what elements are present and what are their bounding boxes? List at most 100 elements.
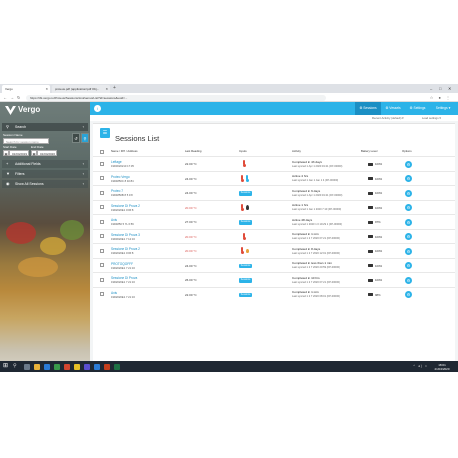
session-name-link[interactable]: Proteo 7: [111, 189, 123, 193]
chevron-icon: ‹: [82, 124, 84, 129]
taskbar-clock[interactable]: 18:01 21/04/2020: [432, 363, 452, 371]
search-icon[interactable]: ⚲: [13, 361, 17, 372]
sidebar-item-filters[interactable]: ▼ Filters ‹: [2, 170, 88, 178]
battery-icon: [368, 264, 373, 267]
task-view-icon[interactable]: [24, 363, 30, 370]
options-gear-icon[interactable]: ⚙: [405, 218, 412, 226]
last-synced: Last synced 1 Apr 1 2020 19:21 (FP-00000…: [292, 193, 343, 197]
session-name-link[interactable]: Sessione Di Prova 2: [111, 204, 140, 208]
new-tab-button[interactable]: +: [113, 84, 116, 93]
end-date-input[interactable]: 01/04/2020: [37, 150, 57, 156]
row-checkbox[interactable]: [100, 277, 104, 282]
table-row[interactable]: Proteo Vergo 19D4850C 8 40:84 24.00 °C Acti…: [93, 170, 455, 186]
row-checkbox[interactable]: [100, 205, 104, 209]
system-tray[interactable]: ^ ◂) ⌂: [413, 361, 428, 372]
row-checkbox[interactable]: [100, 161, 104, 166]
sidebar-item-additional-fields[interactable]: + Additional Fields ‹: [2, 160, 88, 168]
select-all-checkbox[interactable]: [100, 149, 104, 154]
table-row[interactable]: Leftage 19D3020210 17:35 22.00 °C Completed…: [93, 156, 455, 171]
reset-filter-button[interactable]: ↺: [72, 133, 80, 143]
tab-label: Sessions: [363, 106, 377, 110]
session-name-link[interactable]: Axis: [111, 218, 117, 222]
column-header-activity[interactable]: Activity: [292, 148, 301, 155]
reload-icon[interactable]: ↻: [17, 93, 20, 102]
options-gear-icon[interactable]: ⚙: [405, 291, 412, 298]
browser-extension-icons[interactable]: ☆ ● ⋮: [430, 93, 452, 102]
chrome-icon[interactable]: [74, 363, 80, 370]
table-row[interactable]: PROTOQOFFF 19D2020E1 7 21:16 24.00 °C Sessi…: [93, 257, 455, 273]
sidebar-item-label: Filters: [15, 172, 25, 176]
table-row[interactable]: Sessione Di Prova 3 19D3020E1 7 12:16 20.0…: [93, 228, 455, 244]
session-name-link[interactable]: Leftage: [111, 160, 122, 164]
row-checkbox[interactable]: [100, 176, 104, 180]
row-checkbox[interactable]: [100, 263, 104, 267]
back-icon[interactable]: ←: [3, 93, 7, 102]
session-name-link[interactable]: Axis: [111, 291, 117, 295]
thermometer-icon: [242, 232, 246, 240]
apply-filter-button[interactable]: ⚲: [81, 133, 89, 143]
session-name-link[interactable]: Sessione Di Prova: [111, 276, 137, 280]
start-date-input[interactable]: 01/04/2019: [9, 150, 29, 156]
row-checkbox[interactable]: [100, 190, 104, 195]
session-name-link[interactable]: PROTOQOFFF: [111, 262, 133, 266]
info-icon[interactable]: i: [94, 105, 101, 112]
sidebar-search-toggle[interactable]: ⚲ Search ‹: [2, 123, 88, 131]
office-icon[interactable]: [64, 363, 70, 370]
tab-label: Settings ▾: [435, 106, 451, 110]
close-window-icon[interactable]: ✕: [448, 84, 451, 93]
minimize-icon[interactable]: –: [430, 84, 432, 93]
column-header-battery[interactable]: Battery Level: [361, 148, 377, 155]
options-gear-icon[interactable]: ⚙: [405, 233, 412, 240]
options-gear-icon[interactable]: ⚙: [405, 247, 412, 255]
tab-settings[interactable]: ⚙Settings: [405, 102, 430, 115]
options-gear-icon[interactable]: ⚙: [405, 262, 412, 269]
table-row[interactable]: Sessione Di Prova 19D2020E1 7 21:16 26.00 …: [93, 272, 455, 287]
options-gear-icon[interactable]: ⚙: [405, 175, 412, 182]
row-checkbox[interactable]: [100, 234, 104, 238]
options-gear-icon[interactable]: ⚙: [405, 276, 412, 284]
url-input[interactable]: https://tbt.vergo.io/Proteus/Sessions/Li…: [26, 94, 326, 101]
session-name-link[interactable]: Proteo Vergo: [111, 175, 130, 179]
session-name-link[interactable]: Sessione Di Prova 2: [111, 247, 140, 251]
tab-sessions[interactable]: ⚙Sessions: [355, 102, 381, 115]
table-row[interactable]: Sessione Di Prova 2 19D2020E1 0:06:8 20.00…: [93, 199, 455, 215]
battery-icon: [368, 206, 373, 209]
activity-status: Active 48 days: [292, 217, 313, 222]
humidity-icon: [246, 205, 249, 210]
options-gear-icon[interactable]: ⚙: [405, 189, 412, 197]
edge-icon[interactable]: [44, 363, 50, 370]
table-row[interactable]: Axis 19D2020E1 7 21:16 22.00 °C Sessions Com…: [93, 286, 455, 302]
maximize-icon[interactable]: □: [439, 84, 441, 93]
windows-start-icon[interactable]: ⊞: [3, 361, 8, 372]
column-header-name[interactable]: Name / FPI / Address: [111, 148, 138, 155]
row-checkbox[interactable]: [100, 292, 104, 296]
table-row[interactable]: Proteo 7 19D4850B 8 5 0:8 24.00 °C Sessions…: [93, 185, 455, 200]
table-row[interactable]: Axis 19D4850 5 7L 6:56 27.00 °C Sessions Act…: [93, 214, 455, 229]
word-icon[interactable]: [94, 363, 100, 370]
session-serial: 19D2020E1 7 21:16: [111, 281, 135, 284]
browser-tab-vergo[interactable]: Vergo ✕: [2, 85, 50, 93]
excel-icon[interactable]: [114, 363, 120, 370]
store-icon[interactable]: [54, 363, 60, 370]
background-image: [6, 222, 36, 244]
close-icon[interactable]: ✕: [105, 85, 108, 93]
options-gear-icon[interactable]: ⚙: [405, 160, 412, 168]
browser-tab-pdf[interactable]: proteus.pdf (application/pdf Obj... ✕: [52, 85, 110, 93]
teams-icon[interactable]: [84, 363, 90, 370]
file-explorer-icon[interactable]: [34, 363, 40, 370]
session-name-link[interactable]: Sessione Di Prova 3: [111, 233, 140, 237]
close-icon[interactable]: ✕: [45, 85, 48, 93]
row-checkbox[interactable]: [100, 248, 104, 253]
session-name-input[interactable]: Search by session name: [3, 138, 49, 144]
session-name-label: Session Name: [3, 133, 23, 137]
table-row[interactable]: Sessione Di Prova 2 19D2020E1 0:06:8 20.00…: [93, 243, 455, 258]
row-checkbox[interactable]: [100, 219, 104, 224]
options-gear-icon[interactable]: ⚙: [405, 204, 412, 211]
sidebar-item-show-all[interactable]: ◉ Show All Sessions ‹: [2, 180, 88, 188]
tab-vessels[interactable]: ⚙Vessels: [381, 102, 405, 115]
column-header-reading[interactable]: Last Reading: [185, 148, 201, 155]
tab-user-menu[interactable]: Settings ▾: [430, 102, 456, 115]
forward-icon[interactable]: →: [10, 93, 14, 102]
session-serial: 19D2020E1 7 21:16: [111, 295, 135, 299]
powerpoint-icon[interactable]: [104, 363, 110, 370]
